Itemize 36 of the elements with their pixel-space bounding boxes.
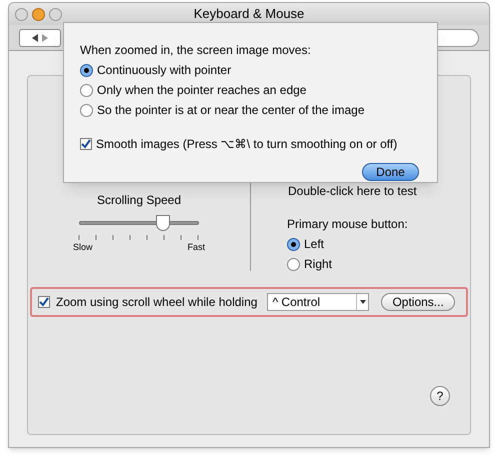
radio-button[interactable] <box>80 84 93 96</box>
radio-button[interactable] <box>80 104 93 116</box>
checkbox[interactable] <box>38 296 50 308</box>
sheet-prompt: When zoomed in, the screen image moves: <box>80 42 312 59</box>
window-title: Keyboard & Mouse <box>194 5 304 24</box>
group-label: Primary mouse button: <box>287 216 408 233</box>
dropdown-arrow-icon <box>356 294 368 310</box>
forward-icon <box>42 34 48 42</box>
zoom-icon[interactable] <box>49 8 62 20</box>
radio-label: Right <box>304 256 332 273</box>
help-button[interactable]: ? <box>430 386 450 406</box>
radio-button[interactable] <box>80 64 93 76</box>
checkmark-icon <box>81 139 91 149</box>
modifier-dropdown[interactable]: ^ Control <box>267 293 370 311</box>
checkbox-label: Zoom using scroll wheel while holding <box>56 294 258 311</box>
back-icon <box>32 34 38 42</box>
checkbox-label: Smooth images (Press ⌥⌘\ to turn smoothing on or off) <box>96 136 398 153</box>
slider-min-label: Slow <box>73 241 93 254</box>
minimize-icon[interactable] <box>32 8 45 20</box>
close-icon[interactable] <box>15 8 28 20</box>
radio-label: Continuously with pointer <box>97 62 232 79</box>
back-forward-button[interactable] <box>19 28 61 46</box>
slider-label: Scrolling Speed <box>96 192 182 209</box>
slider-max-label: Fast <box>187 241 205 254</box>
radio-button[interactable] <box>287 258 300 270</box>
radio-label: Left <box>304 236 324 253</box>
radio-button[interactable] <box>287 238 300 250</box>
slider-thumb[interactable] <box>156 215 170 231</box>
dropdown-value: ^ Control <box>271 294 322 311</box>
done-button[interactable]: Done <box>362 163 419 181</box>
checkmark-icon <box>39 297 49 307</box>
checkbox[interactable] <box>80 138 92 150</box>
test-area-label: Double-click here to test <box>288 185 417 198</box>
options-button[interactable]: Options... <box>381 293 455 311</box>
radio-label: Only when the pointer reaches an edge <box>97 82 306 99</box>
radio-label: So the pointer is at or near the center of the image <box>97 102 364 119</box>
